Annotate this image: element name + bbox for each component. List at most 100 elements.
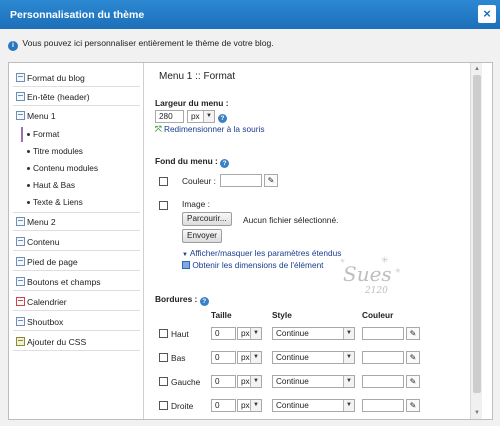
dialog-titlebar: Personnalisation du thème × <box>0 0 500 29</box>
color-picker-icon[interactable]: ✎ <box>406 351 420 364</box>
bullet-icon <box>27 167 30 170</box>
signature-watermark: Sues 2120 ✳ ✳ ✳ <box>340 255 401 296</box>
border-right-size-input[interactable]: 0 <box>211 399 236 412</box>
width-input[interactable]: 280 <box>155 110 184 123</box>
sidebar-item-menu-2[interactable]: Menu 2 <box>13 213 140 231</box>
border-left-style-select[interactable]: Continue ▼ <box>272 375 355 388</box>
sidebar-subitem-titre-modules[interactable]: Titre modules <box>23 144 140 159</box>
chevron-down-icon: ▼ <box>203 111 214 122</box>
info-bar: i Vous pouvez ici personnaliser entièrem… <box>0 29 500 56</box>
width-label: Largeur du menu : <box>155 98 229 108</box>
scroll-down-icon[interactable]: ▼ <box>472 408 482 418</box>
page-icon <box>16 217 25 226</box>
help-icon[interactable]: ? <box>218 111 227 123</box>
border-bottom-color-input[interactable] <box>362 351 404 364</box>
help-icon[interactable]: ? <box>220 159 230 168</box>
border-bottom-checkbox[interactable] <box>159 353 168 362</box>
border-left-unit-select[interactable]: px ▼ <box>237 375 262 388</box>
svg-text:Sues: Sues <box>343 262 392 286</box>
browse-button[interactable]: Parcourir... <box>182 212 232 226</box>
image-label: Image : <box>182 199 210 209</box>
color-checkbox[interactable] <box>159 177 168 186</box>
chevron-down-icon: ▼ <box>343 328 354 339</box>
sidebar-item-menu-1[interactable]: Menu 1 <box>13 107 140 125</box>
sidebar-item-format-du-blog[interactable]: Format du blog <box>13 69 140 87</box>
resize-link[interactable]: ⤧ Redimensionner à la souris <box>155 124 265 135</box>
sidebar-item-shoutbox[interactable]: Shoutbox <box>13 313 140 331</box>
border-left-size-input[interactable]: 0 <box>211 375 236 388</box>
border-right-color-input[interactable] <box>362 399 404 412</box>
border-bottom-label: Bas <box>171 353 186 363</box>
color-picker-icon[interactable]: ✎ <box>264 174 278 187</box>
border-right-style-select[interactable]: Continue ▼ <box>272 399 355 412</box>
column-size: Taille <box>211 310 232 320</box>
sidebar-subitem-texte-liens[interactable]: Texte & Liens <box>23 195 140 210</box>
color-input[interactable] <box>220 174 262 187</box>
color-picker-icon[interactable]: ✎ <box>406 327 420 340</box>
editor-frame: Format du blog En-tête (header) Menu 1 F… <box>8 62 493 420</box>
css-icon <box>16 337 25 346</box>
bullet-icon <box>27 150 30 153</box>
page-icon <box>16 73 25 82</box>
info-icon: i <box>8 41 18 51</box>
sidebar-subitem-haut-bas[interactable]: Haut & Bas <box>23 178 140 193</box>
scroll-up-icon[interactable]: ▲ <box>472 64 482 74</box>
calendar-icon <box>16 297 25 306</box>
color-picker-icon[interactable]: ✎ <box>406 375 420 388</box>
panel-heading: Menu 1 :: Format <box>159 71 236 82</box>
border-top-label: Haut <box>171 329 189 339</box>
dialog-body: Format du blog En-tête (header) Menu 1 F… <box>0 56 500 426</box>
caret-down-icon: ▼ <box>182 252 188 258</box>
sidebar-item-calendrier[interactable]: Calendrier <box>13 293 140 311</box>
border-right-checkbox[interactable] <box>159 401 168 410</box>
sidebar-subitem-contenu-modules[interactable]: Contenu modules <box>23 161 140 176</box>
chevron-down-icon: ▼ <box>343 376 354 387</box>
column-color: Couleur <box>362 310 394 320</box>
border-top-color-input[interactable] <box>362 327 404 340</box>
scrollbar-thumb[interactable] <box>473 75 481 393</box>
sidebar-item-ajouter-css[interactable]: Ajouter du CSS <box>13 333 140 351</box>
borders-label: Bordures : ? <box>155 294 209 306</box>
sidebar-item-pied-de-page[interactable]: Pied de page <box>13 253 140 271</box>
chevron-down-icon: ▼ <box>343 400 354 411</box>
sidebar-item-boutons-et-champs[interactable]: Boutons et champs <box>13 273 140 291</box>
sidebar: Format du blog En-tête (header) Menu 1 F… <box>9 63 143 419</box>
svg-text:✳: ✳ <box>395 267 401 275</box>
border-right-unit-select[interactable]: px ▼ <box>237 399 262 412</box>
border-top-size-input[interactable]: 0 <box>211 327 236 340</box>
column-style: Style <box>272 310 292 320</box>
send-button[interactable]: Envoyer <box>182 229 223 243</box>
chevron-down-icon: ▼ <box>250 400 261 411</box>
dimensions-link[interactable]: Obtenir les dimensions de l'élément <box>182 260 324 270</box>
help-icon[interactable]: ? <box>199 297 209 306</box>
sidebar-subitem-format[interactable]: Format <box>21 127 138 142</box>
svg-text:✳: ✳ <box>381 255 389 265</box>
image-checkbox[interactable] <box>159 201 168 210</box>
page-icon <box>16 237 25 246</box>
border-bottom-style-select[interactable]: Continue ▼ <box>272 351 355 364</box>
svg-text:✳: ✳ <box>340 258 345 265</box>
width-unit-select[interactable]: px ▼ <box>187 110 215 123</box>
dialog-title: Personnalisation du thème <box>10 9 145 21</box>
border-left-color-input[interactable] <box>362 375 404 388</box>
color-picker-icon[interactable]: ✎ <box>406 399 420 412</box>
border-top-style-select[interactable]: Continue ▼ <box>272 327 355 340</box>
border-left-label: Gauche <box>171 377 201 387</box>
color-label: Couleur : <box>182 176 216 186</box>
border-bottom-size-input[interactable]: 0 <box>211 351 236 364</box>
chevron-down-icon: ▼ <box>250 376 261 387</box>
border-top-checkbox[interactable] <box>159 329 168 338</box>
border-bottom-unit-select[interactable]: px ▼ <box>237 351 262 364</box>
sidebar-item-en-tete[interactable]: En-tête (header) <box>13 88 140 106</box>
bullet-icon <box>27 201 30 204</box>
page-icon <box>16 92 25 101</box>
close-icon[interactable]: × <box>478 5 496 23</box>
resize-icon: ⤧ <box>155 124 162 134</box>
toggle-params-link[interactable]: ▼ Afficher/masquer les paramètres étendu… <box>182 248 341 258</box>
border-left-checkbox[interactable] <box>159 377 168 386</box>
border-top-unit-select[interactable]: px ▼ <box>237 327 262 340</box>
sidebar-item-contenu[interactable]: Contenu <box>13 233 140 251</box>
settings-panel: Menu 1 :: Format Largeur du menu : 280 p… <box>143 63 482 419</box>
page-icon <box>16 257 25 266</box>
scrollbar[interactable]: ▲ ▼ <box>470 63 482 419</box>
